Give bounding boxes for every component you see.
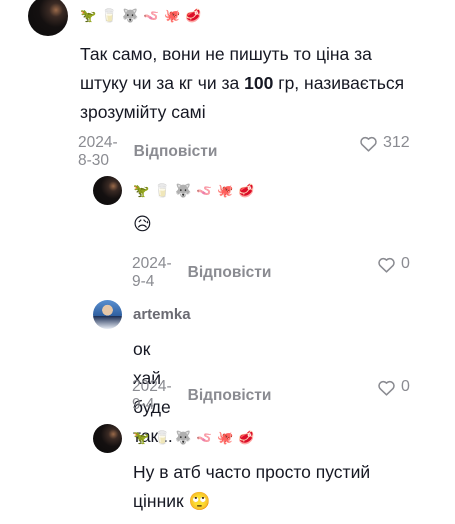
dinosaur-icon: 🦖 xyxy=(133,430,150,445)
meat-icon: 🥩 xyxy=(238,183,255,198)
badge-row: 🦖 🥛 🐺 🪱 🐙 🥩 xyxy=(133,430,254,446)
octopus-icon: 🐙 xyxy=(217,430,234,445)
wolf-icon: 🐺 xyxy=(122,8,139,23)
avatar[interactable] xyxy=(93,300,122,329)
badge-row: 🦖 🥛 🐺 🪱 🐙 🥩 xyxy=(133,183,254,199)
like-button[interactable]: 312 xyxy=(359,134,410,152)
meat-icon: 🥩 xyxy=(185,8,202,23)
avatar[interactable] xyxy=(93,424,122,453)
reply-button[interactable]: Відповісти xyxy=(188,264,272,282)
like-count: 0 xyxy=(401,255,410,272)
like-count: 312 xyxy=(383,134,410,151)
meat-icon: 🥩 xyxy=(238,430,255,445)
milk-icon: 🥛 xyxy=(154,430,171,445)
reply-button[interactable]: Відповісти xyxy=(134,143,218,161)
wolf-icon: 🐺 xyxy=(175,183,192,198)
reply-button[interactable]: Відповісти xyxy=(188,387,272,405)
octopus-icon: 🐙 xyxy=(164,8,181,23)
like-count: 0 xyxy=(401,378,410,395)
wolf-icon: 🐺 xyxy=(175,430,192,445)
milk-icon: 🥛 xyxy=(154,183,171,198)
dinosaur-icon: 🦖 xyxy=(80,8,97,23)
comment-text: 😥 xyxy=(133,214,152,234)
badge-row: 🦖 🥛 🐺 🪱 🐙 🥩 xyxy=(80,8,201,24)
like-button[interactable]: 0 xyxy=(377,255,410,273)
comment-meta: 2024-8-30 Відповісти xyxy=(78,134,217,170)
milk-icon: 🥛 xyxy=(101,8,118,23)
like-button[interactable]: 0 xyxy=(377,378,410,396)
worm-icon: 🪱 xyxy=(196,183,213,198)
username[interactable]: artemka xyxy=(133,306,191,323)
comment-meta: 2024-9-4 Відповісти xyxy=(132,378,271,414)
heart-outline-icon xyxy=(378,380,395,396)
heart-outline-icon xyxy=(360,136,377,152)
comment-date: 2024-9-4 xyxy=(132,255,172,290)
worm-icon: 🪱 xyxy=(143,8,160,23)
octopus-icon: 🐙 xyxy=(217,183,234,198)
worm-icon: 🪱 xyxy=(196,430,213,445)
avatar[interactable] xyxy=(93,176,122,205)
comment-date: 2024-8-30 xyxy=(78,134,118,169)
comment-text: Так само, вони не пишуть то ціна за штук… xyxy=(80,44,405,122)
comment-date: 2024-9-4 xyxy=(132,378,172,413)
heart-outline-icon xyxy=(378,257,395,273)
comment-text: Ну в атб часто просто пустий цінник 🙄 xyxy=(133,462,371,511)
comment-meta: 2024-9-4 Відповісти xyxy=(132,255,271,291)
dinosaur-icon: 🦖 xyxy=(133,183,150,198)
avatar[interactable] xyxy=(28,0,68,36)
